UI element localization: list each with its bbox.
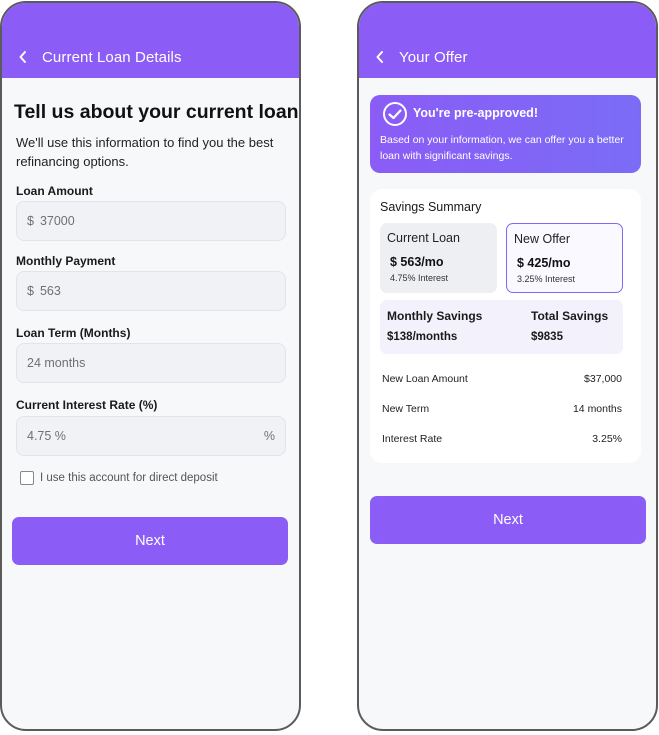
detail-value: 14 months — [572, 403, 622, 415]
monthly-savings-value: $138/months — [387, 331, 458, 343]
current-loan-title: Current Loan — [387, 231, 460, 245]
header: Your Offer — [359, 3, 656, 78]
preapproved-description: Based on your information, we can offer … — [380, 134, 624, 162]
detail-row-loan-amount: New Loan Amount $37,000 — [382, 373, 622, 385]
detail-value: 3.25% — [592, 433, 622, 445]
currency-prefix: $ — [27, 214, 34, 228]
monthly-payment-label: Monthly Payment — [16, 254, 116, 268]
back-button[interactable] — [375, 49, 389, 65]
interest-rate-value: 4.75 % — [27, 429, 66, 443]
interest-rate-field[interactable]: 4.75 % % — [16, 416, 286, 456]
chevron-left-icon — [19, 51, 26, 63]
back-button[interactable] — [18, 49, 32, 65]
current-loan-screen: Current Loan Details Tell us about your … — [0, 1, 301, 731]
page-description: We'll use this information to find you t… — [16, 135, 274, 169]
preapproved-banner: You're pre-approved! Based on your infor… — [370, 95, 641, 173]
currency-prefix: $ — [27, 284, 34, 298]
direct-deposit-checkbox[interactable] — [20, 471, 34, 485]
new-offer-amount: $ 425/mo — [517, 256, 571, 270]
monthly-savings: Monthly Savings $138/months — [387, 309, 482, 344]
detail-label: New Loan Amount — [382, 373, 468, 385]
direct-deposit-label: I use this account for direct deposit — [40, 472, 218, 484]
chevron-left-icon — [376, 51, 383, 63]
current-loan-amount: $ 563/mo — [390, 255, 444, 269]
check-circle-icon — [383, 102, 407, 126]
detail-value: $37,000 — [584, 373, 622, 385]
page-heading: Tell us about your current loan — [14, 101, 299, 123]
detail-row-interest-rate: Interest Rate 3.25% — [382, 433, 622, 445]
header: Current Loan Details — [2, 3, 299, 78]
monthly-payment-field[interactable]: $ 563 — [16, 271, 286, 311]
loan-amount-label: Loan Amount — [16, 184, 93, 198]
new-offer-title: New Offer — [514, 232, 571, 246]
monthly-payment-value: 563 — [39, 284, 61, 298]
detail-row-term: New Term 14 months — [382, 403, 622, 415]
loan-term-label: Loan Term (Months) — [16, 326, 131, 340]
current-loan-interest: 4.75% Interest — [390, 273, 449, 283]
percent-suffix: % — [263, 429, 275, 443]
new-offer-box[interactable]: New Offer $ 425/mo 3.25% Interest — [506, 223, 623, 293]
header-title: Current Loan Details — [42, 49, 182, 66]
header-title: Your Offer — [399, 49, 468, 66]
new-offer-interest: 3.25% Interest — [517, 274, 576, 284]
monthly-savings-label: Monthly Savings — [387, 309, 483, 323]
loan-amount-value: 37000 — [39, 214, 75, 228]
savings-strip: Monthly Savings $138/months Total Saving… — [380, 300, 623, 354]
detail-label: New Term — [382, 403, 430, 415]
total-savings-label: Total Savings — [531, 309, 609, 323]
next-button[interactable]: Next — [12, 517, 288, 565]
total-savings-value: $9835 — [531, 331, 563, 343]
next-button[interactable]: Next — [370, 496, 646, 544]
savings-summary-title: Savings Summary — [380, 200, 482, 214]
savings-summary-card: Savings Summary Current Loan $ 563/mo 4.… — [370, 189, 641, 463]
preapproved-title: You're pre-approved! — [413, 106, 538, 120]
detail-label: Interest Rate — [382, 433, 443, 445]
loan-term-field[interactable]: 24 months — [16, 343, 286, 383]
interest-rate-label: Current Interest Rate (%) — [16, 398, 158, 412]
offer-screen: Your Offer You're pre-approved! Based on… — [357, 1, 658, 731]
direct-deposit-checkbox-row[interactable]: I use this account for direct deposit — [20, 471, 218, 485]
total-savings: Total Savings $9835 — [531, 309, 608, 344]
current-loan-box: Current Loan $ 563/mo 4.75% Interest — [380, 223, 497, 293]
loan-term-value: 24 months — [27, 356, 86, 370]
loan-amount-field[interactable]: $ 37000 — [16, 201, 286, 241]
